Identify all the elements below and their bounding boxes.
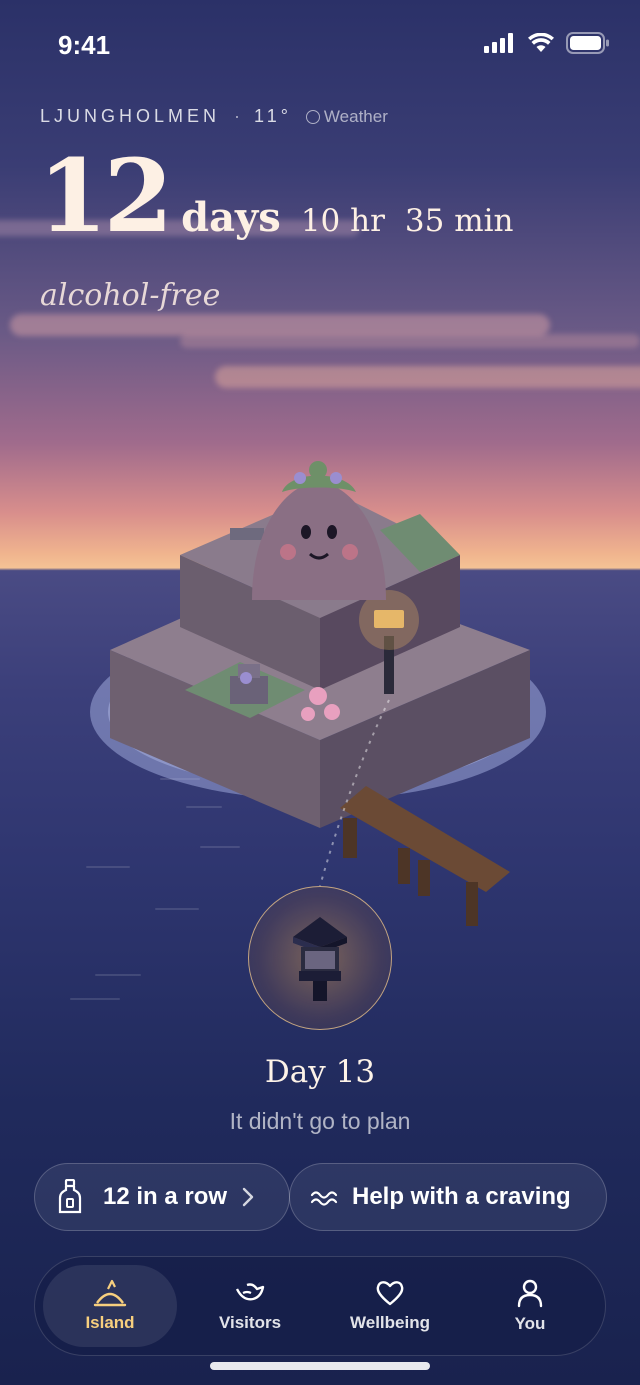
cloud bbox=[215, 366, 640, 388]
craving-help-button[interactable]: Help with a craving bbox=[289, 1163, 607, 1231]
separator: · bbox=[234, 106, 241, 126]
days-unit: days bbox=[181, 194, 281, 241]
tab-visitors[interactable]: Visitors bbox=[183, 1265, 317, 1347]
location-row: LJUNGHOLMEN · 11° Weather bbox=[40, 106, 388, 127]
craving-label: Help with a craving bbox=[352, 1183, 571, 1210]
bottle-icon bbox=[58, 1179, 82, 1214]
location-name: LJUNGHOLMEN bbox=[40, 106, 221, 126]
milestone-day-title: Day 13 bbox=[264, 1054, 376, 1090]
island-illustration bbox=[90, 461, 546, 926]
cloud bbox=[10, 314, 550, 336]
battery-icon bbox=[566, 32, 609, 54]
chevron-right-icon bbox=[242, 1187, 254, 1207]
minutes-value: 35 min bbox=[404, 203, 514, 239]
lantern-icon bbox=[293, 917, 347, 1001]
streak-label: 12 in a row bbox=[103, 1183, 228, 1210]
milestone-message: It didn't go to plan bbox=[229, 1108, 411, 1134]
creature bbox=[252, 482, 386, 600]
temperature: 11° bbox=[254, 106, 292, 126]
status-icons bbox=[484, 32, 610, 54]
cloud bbox=[180, 334, 640, 348]
bottom-tab-bar: Island Visitors Wellbeing You bbox=[34, 1256, 606, 1356]
streak-button[interactable]: 12 in a row bbox=[34, 1163, 290, 1231]
sobriety-counter: 12 days 10 hr 35 min bbox=[38, 146, 514, 246]
waves-icon bbox=[310, 1191, 338, 1206]
tab-island-label: Island bbox=[85, 1313, 135, 1332]
tab-island[interactable]: Island bbox=[43, 1265, 177, 1347]
signal-icon bbox=[484, 33, 513, 53]
heart-icon bbox=[376, 1281, 404, 1306]
tab-you[interactable]: You bbox=[463, 1265, 597, 1347]
bench bbox=[230, 528, 264, 540]
flower bbox=[309, 687, 327, 705]
status-time: 9:41 bbox=[58, 30, 111, 60]
bird-icon bbox=[235, 1283, 265, 1301]
tab-visitors-label: Visitors bbox=[218, 1313, 282, 1332]
days-value: 12 bbox=[38, 137, 173, 255]
weather-icon bbox=[305, 109, 320, 124]
status-bar: 9:41 bbox=[0, 0, 640, 90]
tab-wellbeing[interactable]: Wellbeing bbox=[323, 1265, 457, 1347]
tab-you-label: You bbox=[514, 1314, 546, 1333]
tab-wellbeing-label: Wellbeing bbox=[350, 1313, 430, 1332]
home-indicator[interactable] bbox=[210, 1362, 430, 1370]
person-icon bbox=[517, 1279, 543, 1308]
island-icon bbox=[93, 1279, 127, 1307]
hours-value: 10 hr bbox=[300, 203, 385, 239]
weather-label: Weather bbox=[323, 106, 388, 126]
counter-subtitle: alcohol-free bbox=[40, 278, 221, 313]
weather-link[interactable]: Weather bbox=[305, 106, 388, 127]
milestone-lantern-button[interactable] bbox=[248, 886, 392, 1030]
wifi-icon bbox=[528, 33, 554, 52]
